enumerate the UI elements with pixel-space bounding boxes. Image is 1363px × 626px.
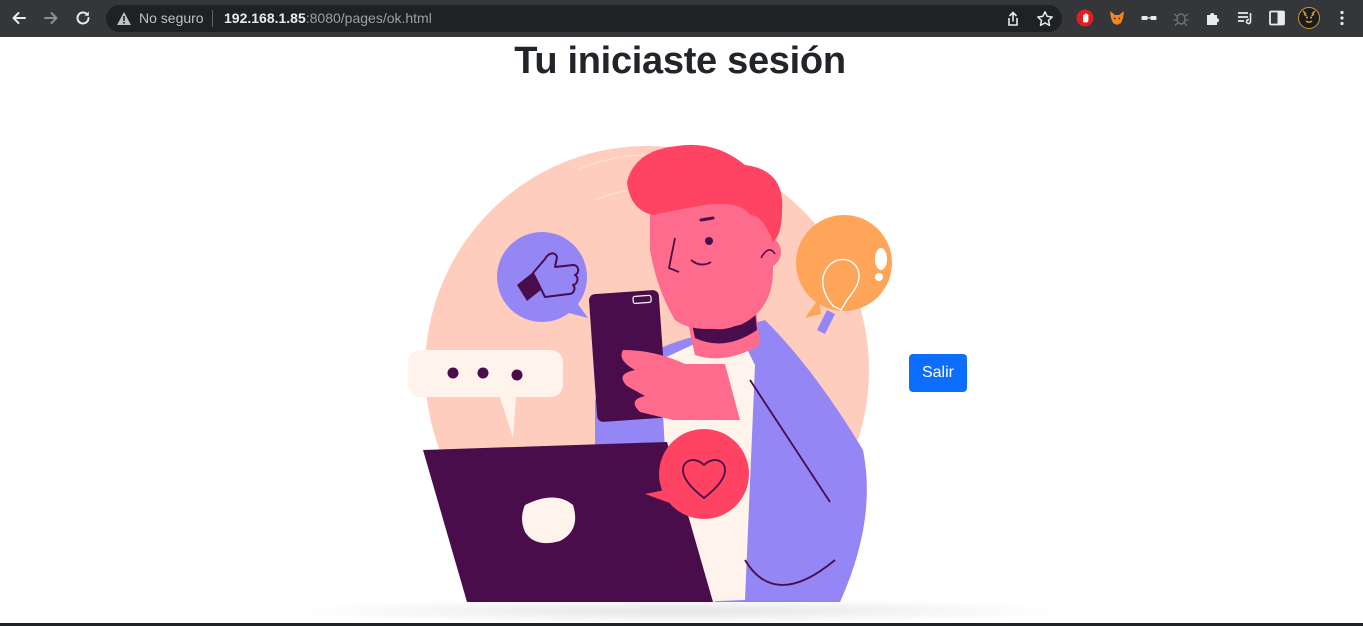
- forward-button[interactable]: [38, 6, 64, 30]
- extension-glasses-icon[interactable]: [1140, 9, 1158, 27]
- reading-list-icon[interactable]: [1236, 9, 1254, 27]
- address-bar[interactable]: No seguro 192.168.1.85:8080/pages/ok.htm…: [106, 5, 1062, 32]
- profile-avatar-icon[interactable]: [1298, 7, 1320, 29]
- browser-toolbar: No seguro 192.168.1.85:8080/pages/ok.htm…: [0, 0, 1363, 37]
- omnibox-divider: [212, 10, 213, 27]
- logout-button[interactable]: Salir: [909, 354, 967, 392]
- security-status[interactable]: No seguro: [139, 10, 204, 26]
- back-button[interactable]: [6, 6, 32, 30]
- warning-icon: [117, 12, 131, 25]
- forward-icon: [44, 12, 58, 24]
- url-host: 192.168.1.85: [224, 10, 306, 26]
- reload-button[interactable]: [70, 6, 96, 30]
- url-text[interactable]: 192.168.1.85:8080/pages/ok.html: [224, 10, 432, 26]
- menu-icon[interactable]: [1333, 9, 1351, 27]
- page-title: Tu iniciaste sesión: [514, 40, 846, 82]
- url-path: :8080/pages/ok.html: [305, 10, 432, 26]
- back-icon: [12, 12, 26, 24]
- extensions-puzzle-icon[interactable]: [1204, 9, 1222, 27]
- login-success-illustration: [408, 144, 892, 602]
- share-icon[interactable]: [1004, 10, 1022, 28]
- bottom-shadow: [280, 598, 1080, 624]
- extension-bug-icon[interactable]: [1172, 9, 1190, 27]
- bookmark-star-icon[interactable]: [1036, 10, 1054, 28]
- reload-icon: [76, 11, 90, 25]
- extension-fox-icon[interactable]: [1108, 9, 1126, 27]
- side-panel-icon[interactable]: [1268, 9, 1286, 27]
- extension-stop-icon[interactable]: [1076, 9, 1094, 27]
